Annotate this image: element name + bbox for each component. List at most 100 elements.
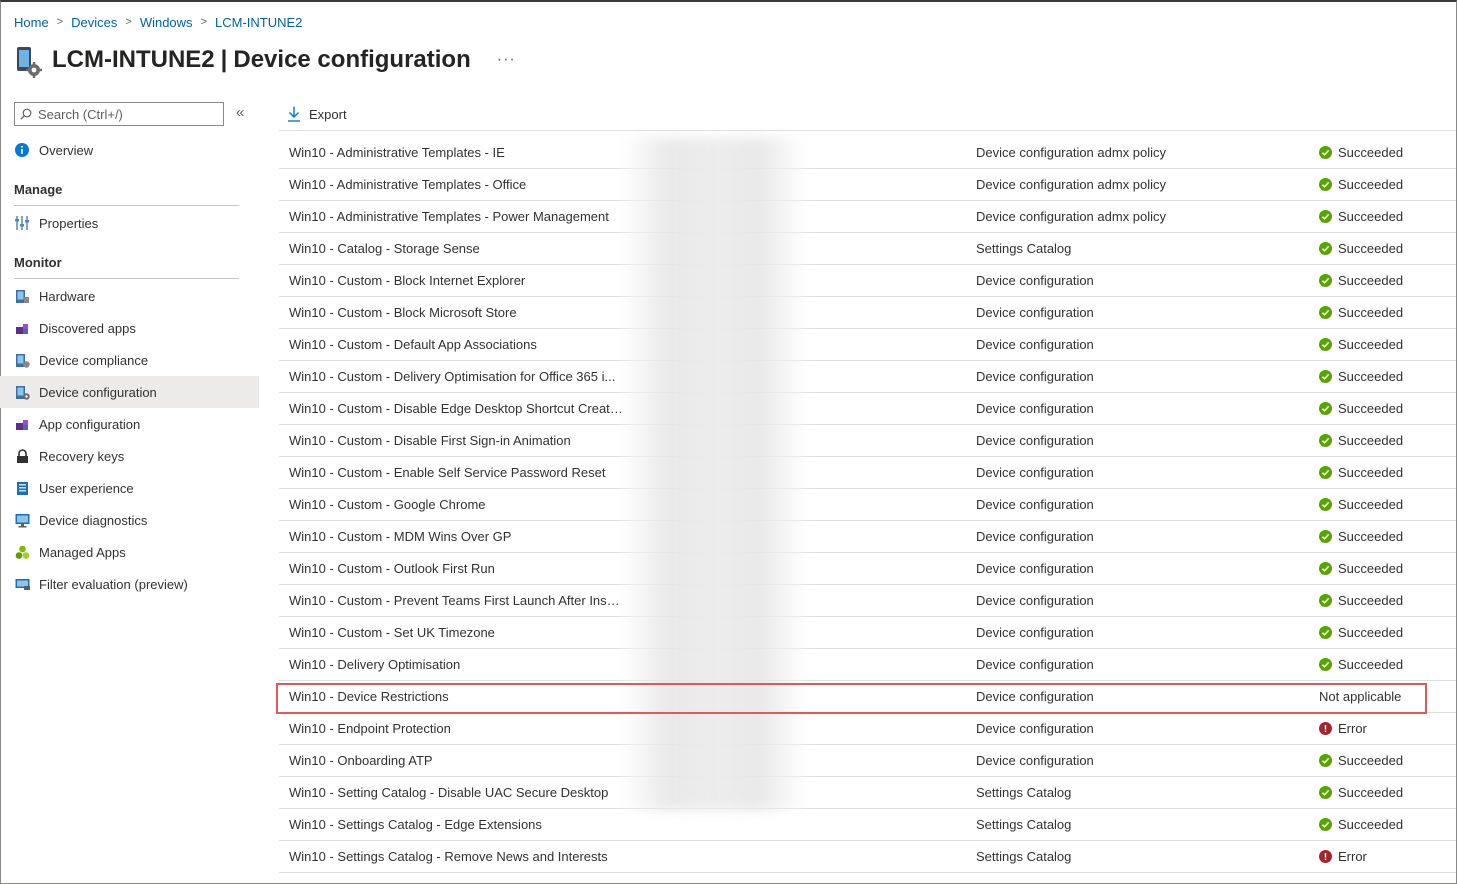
lock-icon bbox=[14, 448, 30, 464]
profile-type-cell: Device configuration admx policy bbox=[976, 145, 1167, 160]
profile-name-cell: Win10 - Onboarding ATP bbox=[289, 753, 433, 768]
info-icon bbox=[14, 142, 30, 158]
divider bbox=[14, 278, 239, 279]
profile-type-cell: Device configuration bbox=[976, 561, 1094, 576]
sidebar-item-filter-evaluation[interactable]: Filter evaluation (preview) bbox=[0, 568, 259, 600]
table-row[interactable]: Win10 - Custom - Prevent Teams First Lau… bbox=[279, 585, 1456, 617]
sidebar-item-device-diagnostics[interactable]: Device diagnostics bbox=[0, 504, 259, 536]
chevron-right-icon: > bbox=[56, 16, 64, 28]
breadcrumb: Home > Devices > Windows > LCM-INTUNE2 bbox=[14, 13, 302, 31]
status-cell: Succeeded bbox=[1319, 521, 1449, 552]
export-button[interactable]: Export bbox=[287, 104, 347, 124]
status-cell: Succeeded bbox=[1319, 265, 1449, 296]
breadcrumb-devices[interactable]: Devices bbox=[71, 15, 117, 30]
sidebar-item-label: Properties bbox=[39, 215, 99, 231]
profile-type-cell: Device configuration bbox=[976, 305, 1094, 320]
table-row[interactable]: Win10 - Catalog - Storage Sense Settings … bbox=[279, 233, 1456, 265]
table-row[interactable]: Win10 - Custom - Enable Self Service Pas… bbox=[279, 457, 1456, 489]
section-header-manage: Manage bbox=[14, 182, 63, 197]
sidebar-search[interactable] bbox=[14, 102, 224, 126]
status-cell: Succeeded bbox=[1319, 617, 1449, 648]
status-cell: Error bbox=[1319, 713, 1449, 744]
table-row[interactable]: Win10 - Delivery Optimisation Device conf… bbox=[279, 649, 1456, 681]
breadcrumb-home[interactable]: Home bbox=[14, 15, 49, 30]
sidebar-item-label: Device diagnostics bbox=[39, 512, 148, 528]
sidebar-item-label: Filter evaluation (preview) bbox=[39, 576, 188, 592]
breadcrumb-windows[interactable]: Windows bbox=[140, 15, 193, 30]
sidebar-item-hardware[interactable]: Hardware bbox=[0, 280, 259, 312]
sidebar-item-overview[interactable]: Overview bbox=[0, 134, 259, 166]
sidebar-item-properties[interactable]: Properties bbox=[0, 207, 259, 239]
sidebar-item-managed-apps[interactable]: Managed Apps bbox=[0, 536, 259, 568]
table-row[interactable]: Win10 - Administrative Templates - Power… bbox=[279, 201, 1456, 233]
table-row[interactable]: Win10 - Administrative Templates - IE Dev… bbox=[279, 137, 1456, 169]
section-header-monitor: Monitor bbox=[14, 255, 62, 270]
collapse-sidebar-button[interactable]: « bbox=[236, 104, 244, 121]
sidebar-item-device-configuration[interactable]: Device configuration bbox=[0, 376, 259, 408]
table-row[interactable]: Win10 - Custom - Outlook First Run Device… bbox=[279, 553, 1456, 585]
profile-type-cell: Device configuration bbox=[976, 689, 1094, 704]
status-label: Succeeded bbox=[1338, 657, 1404, 672]
profile-type-cell: Device configuration bbox=[976, 337, 1094, 352]
table-row[interactable]: Win10 - Settings Catalog - Edge Extensio… bbox=[279, 809, 1456, 841]
sidebar-item-label: Discovered apps bbox=[39, 320, 136, 336]
download-icon bbox=[288, 106, 300, 122]
profile-name-cell: Win10 - Custom - Google Chrome bbox=[289, 497, 486, 512]
table-row[interactable]: Win10 - Onboarding ATP Device configurati… bbox=[279, 745, 1456, 777]
sidebar-item-discovered-apps[interactable]: Discovered apps bbox=[0, 312, 259, 344]
status-cell: Succeeded bbox=[1319, 649, 1449, 680]
status-label: Succeeded bbox=[1338, 593, 1404, 608]
success-check-icon bbox=[1319, 466, 1332, 479]
table-row[interactable]: Win10 - Custom - Set UK Timezone Device c… bbox=[279, 617, 1456, 649]
sidebar-item-label: Managed Apps bbox=[39, 544, 126, 560]
profile-type-cell: Device configuration bbox=[976, 529, 1094, 544]
sidebar-item-user-experience[interactable]: User experience bbox=[0, 472, 259, 504]
profile-name-cell: Win10 - Administrative Templates - Power… bbox=[289, 209, 609, 224]
profile-name-cell: Win10 - Setting Catalog - Disable UAC Se… bbox=[289, 785, 609, 800]
device-settings-icon bbox=[14, 42, 42, 78]
table-row[interactable]: Win10 - Custom - Disable First Sign-in A… bbox=[279, 425, 1456, 457]
success-check-icon bbox=[1319, 210, 1332, 223]
status-label: Succeeded bbox=[1338, 369, 1404, 384]
sidebar-item-recovery-keys[interactable]: Recovery keys bbox=[0, 440, 259, 472]
managed-apps-icon bbox=[14, 544, 30, 560]
status-cell: Succeeded bbox=[1319, 553, 1449, 584]
table-row[interactable]: Win10 - Endpoint Protection Device config… bbox=[279, 713, 1456, 745]
success-check-icon bbox=[1319, 370, 1332, 383]
table-row[interactable]: Win10 - Setting Catalog - Disable UAC Se… bbox=[279, 777, 1456, 809]
table-row[interactable]: Win10 - Settings Catalog - Remove News a… bbox=[279, 841, 1456, 873]
table-row[interactable]: Win10 - Custom - Default App Association… bbox=[279, 329, 1456, 361]
profile-type-cell: Device configuration bbox=[976, 273, 1094, 288]
status-cell: Succeeded bbox=[1319, 425, 1449, 456]
status-label: Succeeded bbox=[1338, 305, 1404, 320]
breadcrumb-device[interactable]: LCM-INTUNE2 bbox=[215, 15, 302, 30]
profile-type-cell: Device configuration bbox=[976, 593, 1094, 608]
status-label: Not applicable bbox=[1319, 689, 1402, 704]
profile-type-cell: Device configuration bbox=[976, 753, 1094, 768]
sidebar-item-app-configuration[interactable]: App configuration bbox=[0, 408, 259, 440]
table-row[interactable]: Win10 - Administrative Templates - Offic… bbox=[279, 169, 1456, 201]
table-row[interactable]: Win10 - Device Restrictions Device config… bbox=[279, 681, 1456, 713]
table-row[interactable]: Win10 - Custom - Google Chrome Device con… bbox=[279, 489, 1456, 521]
profile-name-cell: Win10 - Administrative Templates - Offic… bbox=[289, 177, 527, 192]
table-row[interactable]: Win10 - Custom - Delivery Optimisation f… bbox=[279, 361, 1456, 393]
page-title: LCM-INTUNE2 | Device configuration bbox=[52, 46, 471, 74]
status-cell: Succeeded bbox=[1319, 137, 1449, 168]
device-configuration-icon bbox=[14, 384, 30, 400]
profile-name-cell: Win10 - Settings Catalog - Edge Extensio… bbox=[289, 817, 542, 832]
table-row[interactable]: Win10 - Custom - Disable Edge Desktop Sh… bbox=[279, 393, 1456, 425]
profile-type-cell: Device configuration bbox=[976, 369, 1094, 384]
more-options-button[interactable]: ··· bbox=[497, 51, 516, 69]
search-input[interactable] bbox=[38, 106, 218, 122]
profile-type-cell: Device configuration admx policy bbox=[976, 177, 1167, 192]
status-cell: Succeeded bbox=[1319, 169, 1449, 200]
profile-name-cell: Win10 - Custom - Enable Self Service Pas… bbox=[289, 465, 606, 480]
profile-name-cell: Win10 - Custom - Default App Association… bbox=[289, 337, 537, 352]
table-row[interactable]: Win10 - Custom - Block Internet Explorer… bbox=[279, 265, 1456, 297]
table-row[interactable]: Win10 - Custom - Block Microsoft Store De… bbox=[279, 297, 1456, 329]
profile-name-cell: Win10 - Endpoint Protection bbox=[289, 721, 451, 736]
success-check-icon bbox=[1319, 498, 1332, 511]
sidebar-item-device-compliance[interactable]: Device compliance bbox=[0, 344, 259, 376]
profile-name-cell: Win10 - Custom - Disable First Sign-in A… bbox=[289, 433, 571, 448]
table-row[interactable]: Win10 - Custom - MDM Wins Over GP Device … bbox=[279, 521, 1456, 553]
